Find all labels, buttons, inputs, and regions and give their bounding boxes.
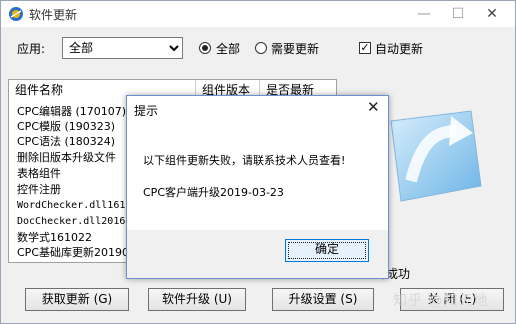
checkmark-icon: ✓ <box>360 41 370 54</box>
radio-needed-label[interactable]: 需要更新 <box>271 40 319 57</box>
software-upgrade-button[interactable]: 软件升级 (U) <box>148 288 246 311</box>
radio-all-label[interactable]: 全部 <box>216 40 240 57</box>
watermark: 知乎 @知天地 <box>393 293 489 309</box>
dialog-title: 提示 <box>134 104 159 118</box>
update-graphic-icon <box>390 110 482 202</box>
window-title: 软件更新 <box>29 8 78 22</box>
dialog-detail: CPC客户端升级2019-03-23 <box>143 186 284 199</box>
list-item[interactable]: CPC基础库更新201903 <box>17 245 136 260</box>
list-item[interactable]: WordChecker.dll1610 <box>17 198 131 213</box>
minimize-button[interactable]: — <box>407 1 441 27</box>
app-label: 应用: <box>17 42 46 56</box>
radio-all[interactable] <box>199 42 211 54</box>
list-item[interactable]: CPC模版 (190323) <box>17 119 115 134</box>
maximize-icon: ☐ <box>451 6 465 22</box>
list-item[interactable]: 控件注册 <box>17 182 61 197</box>
title-bar[interactable]: 软件更新 — ☐ ✕ <box>1 1 515 27</box>
dialog-close-icon[interactable]: ✕ <box>367 98 380 116</box>
maximize-button[interactable]: ☐ <box>441 1 475 27</box>
list-item[interactable]: CPC语法 (180324) <box>17 134 115 149</box>
fetch-update-button[interactable]: 获取更新 (G) <box>25 288 129 311</box>
list-item[interactable]: 表格组件 <box>17 166 61 181</box>
close-icon: ✕ <box>486 6 498 22</box>
app-icon <box>9 7 23 21</box>
upgrade-settings-button[interactable]: 升级设置 (S) <box>272 288 374 311</box>
alert-dialog: 提示 ✕ 以下组件更新失败，请联系技术人员查看! CPC客户端升级2019-03… <box>126 95 389 279</box>
dialog-message: 以下组件更新失败，请联系技术人员查看! <box>143 154 346 167</box>
radio-needed[interactable] <box>255 42 267 54</box>
list-item[interactable]: DocChecker.dll20161 <box>17 214 131 229</box>
auto-update-checkbox[interactable]: ✓ <box>359 42 371 54</box>
list-item[interactable]: CPC编辑器 (170107) <box>17 104 126 119</box>
auto-update-label[interactable]: 自动更新 <box>375 40 423 57</box>
close-window-button[interactable]: ✕ <box>475 1 509 27</box>
app-select[interactable]: 全部 <box>62 37 183 59</box>
list-item[interactable]: 数学式161022 <box>17 230 92 245</box>
minimize-icon: — <box>417 6 431 22</box>
ok-button[interactable]: 确定 <box>285 239 369 262</box>
list-item[interactable]: 删除旧版本升级文件 <box>17 150 116 165</box>
